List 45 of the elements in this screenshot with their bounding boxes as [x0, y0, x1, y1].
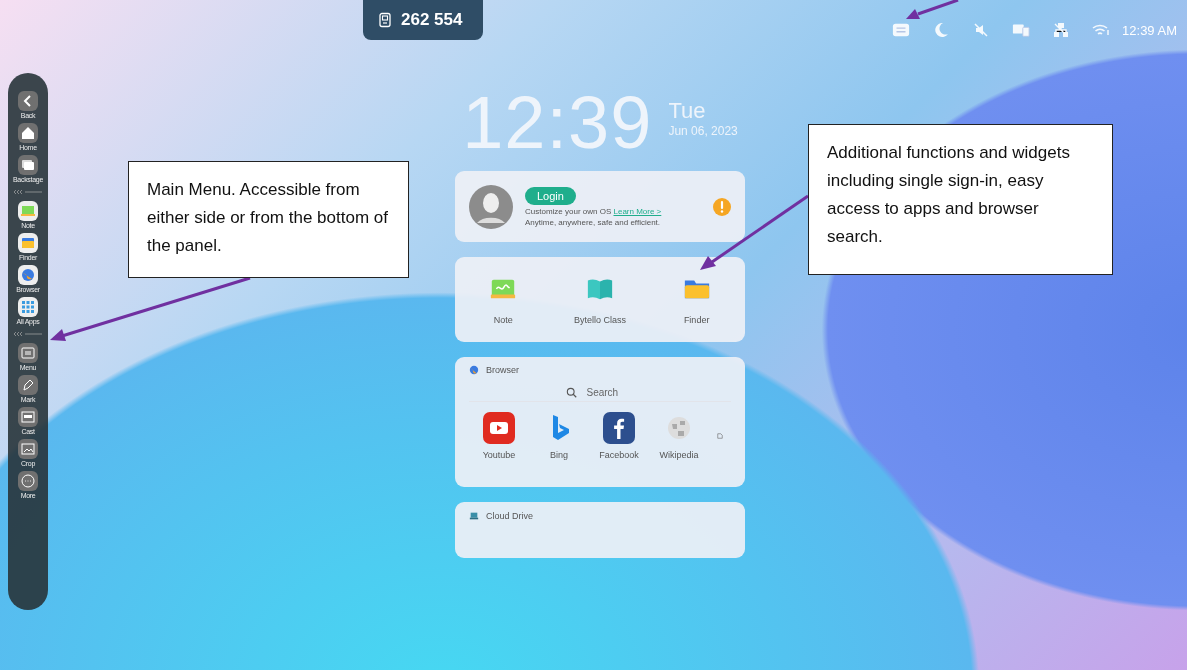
warning-icon[interactable]: [713, 197, 731, 216]
app-tile-icon: [18, 155, 38, 175]
search-icon: [565, 386, 577, 398]
letter-f-icon[interactable]: [603, 412, 635, 444]
app-tile-icon: [18, 471, 38, 491]
app-tile-icon: [18, 123, 38, 143]
annotation-arrow: [906, 0, 959, 19]
shortcut-label[interactable]: Wikipedia: [659, 450, 699, 460]
weekday: Tue: [668, 98, 707, 124]
devices-icon[interactable]: [1012, 22, 1031, 38]
collapse-divider-icon: [12, 331, 44, 337]
wifi-icon[interactable]: [1092, 22, 1111, 38]
account-tagline: Anytime, anywhere, safe and efficient.: [525, 217, 662, 227]
annotation-callout: Main Menu. Accessible from either side or from the bottom of the panel.: [128, 161, 409, 278]
app-tile-icon: [18, 297, 38, 317]
app-label[interactable]: Bytello Class: [573, 314, 626, 325]
app-label[interactable]: Note: [493, 314, 513, 325]
app-tile-icon: [18, 233, 38, 253]
app-tile-icon: [18, 407, 38, 427]
collapse-divider-icon: [12, 189, 44, 195]
shortcut-label[interactable]: Youtube: [482, 450, 516, 460]
screen-icon: [377, 12, 393, 28]
page-icon[interactable]: [717, 433, 723, 439]
avatar-icon[interactable]: [469, 184, 513, 229]
browser-title: Browser: [486, 365, 519, 375]
date: Jun 06, 2023: [668, 124, 738, 138]
play-icon[interactable]: [483, 412, 515, 444]
app-tile-icon: [18, 201, 38, 221]
shortcut-label[interactable]: Facebook: [599, 450, 639, 460]
room-code: 262 554: [401, 10, 463, 30]
app-label[interactable]: Finder: [683, 314, 710, 325]
search-field[interactable]: Search: [584, 385, 635, 399]
network-disconnected-icon[interactable]: [1052, 22, 1071, 38]
drive-icon: [469, 511, 479, 521]
shortcut-label[interactable]: Bing: [550, 450, 568, 460]
app-tile-icon: [18, 375, 38, 395]
app-tile-icon: [18, 343, 38, 363]
status-time: 12:39 AM: [1122, 22, 1177, 38]
clock-time: 12:39: [462, 90, 653, 156]
app-tile-icon: [18, 91, 38, 111]
cloud-drive-title: Cloud Drive: [486, 511, 534, 521]
annotation-callout: Additional functions and widgets including single sign-in, easy access to apps and browser search.: [808, 124, 1113, 275]
account-description: Customize your own OS Learn More >: [525, 206, 663, 216]
app-tile-icon: [18, 265, 38, 285]
app-tile-icon: [18, 439, 38, 459]
